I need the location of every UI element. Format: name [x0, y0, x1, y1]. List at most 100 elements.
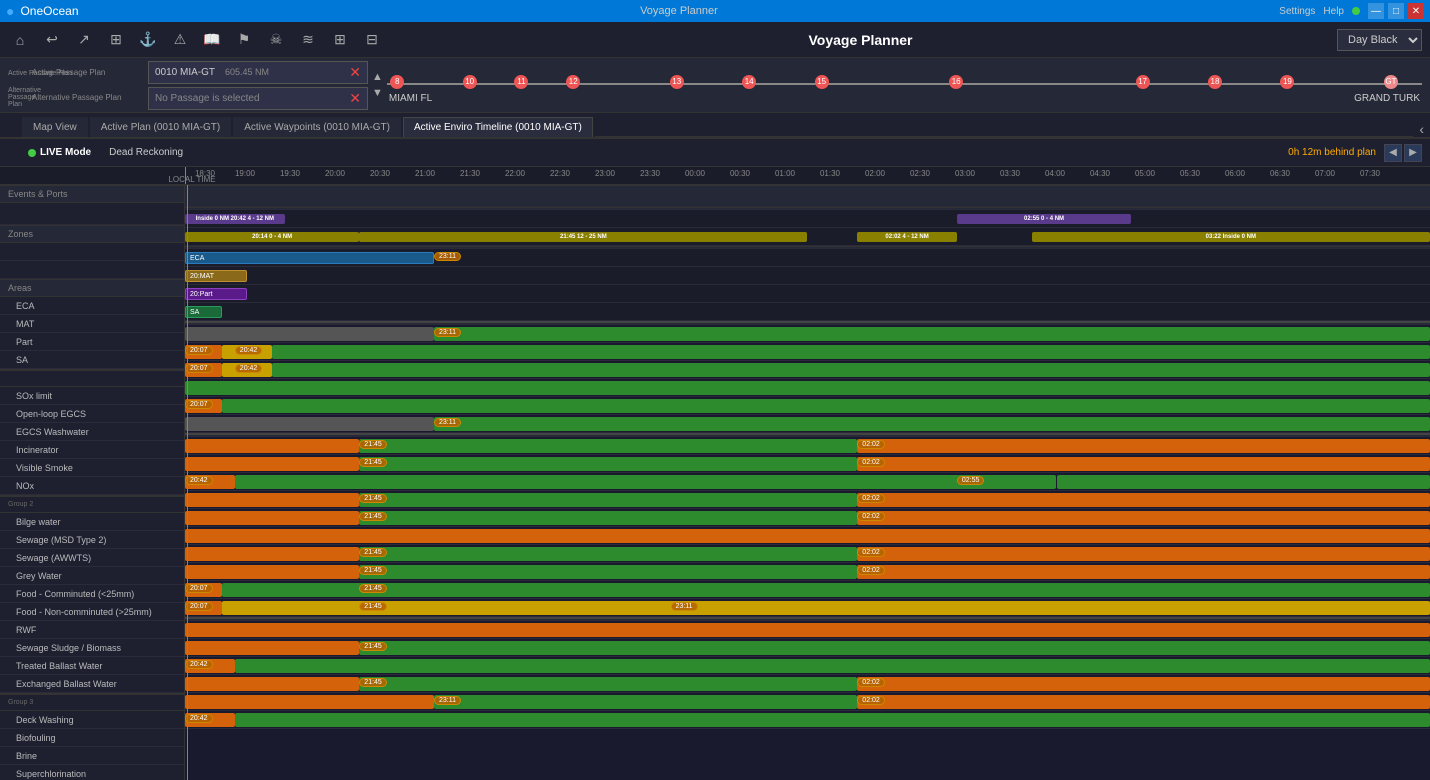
warning-icon[interactable]: ⚠ — [168, 28, 192, 52]
wp-19[interactable]: 19 — [1280, 75, 1294, 89]
tab-active-waypoints[interactable]: Active Waypoints (0010 MIA-GT) — [233, 117, 401, 137]
home-icon[interactable]: ⌂ — [8, 28, 32, 52]
wp-10[interactable]: 10 — [463, 75, 477, 89]
now-vertical-line — [187, 185, 188, 780]
area-sa-row: SA — [185, 303, 1430, 321]
deck-washing-row — [185, 621, 1430, 639]
pointer-icon[interactable]: ↗ — [72, 28, 96, 52]
time-0600: 06:00 — [1225, 169, 1245, 178]
grey-water-row: 21:45 02:02 — [185, 491, 1430, 509]
bookmark-icon[interactable]: ⊞ — [104, 28, 128, 52]
areas-mat: MAT — [0, 315, 184, 333]
wp-17[interactable]: 17 — [1136, 75, 1150, 89]
dead-reckoning-label: Dead Reckoning — [109, 147, 183, 158]
tools-icon[interactable]: ⊟ — [360, 28, 384, 52]
window-controls[interactable]: — □ ✕ — [1368, 3, 1424, 19]
wp-8[interactable]: 8 — [390, 75, 404, 89]
tab-active-plan[interactable]: Active Plan (0010 MIA-GT) — [90, 117, 231, 137]
collapse-btn[interactable]: ‹ — [1413, 121, 1430, 137]
sox-row: 23:11 — [185, 325, 1430, 343]
grid-icon[interactable]: ⊞ — [328, 28, 352, 52]
bf-label-2145: 21:45 — [359, 642, 387, 651]
minimize-btn[interactable]: — — [1368, 3, 1384, 19]
nav-up-icon[interactable]: ▲ — [372, 71, 383, 83]
live-mode-badge: LIVE Mode — [28, 147, 91, 158]
exchanged-ballast-label: Exchanged Ballast Water — [0, 675, 184, 693]
saw-green2 — [1057, 475, 1430, 489]
time-0700: 07:00 — [1315, 169, 1335, 178]
close-active-route[interactable]: ✕ — [349, 64, 361, 81]
ad-orange1 — [185, 695, 434, 709]
danger-icon[interactable]: ☠ — [264, 28, 288, 52]
wp-14[interactable]: 14 — [742, 75, 756, 89]
time-2330: 23:30 — [640, 169, 660, 178]
wp-12[interactable]: 12 — [566, 75, 580, 89]
main-grid: Events & Ports Zones Areas ECA MAT Part … — [0, 185, 1430, 780]
fc-orange2 — [857, 511, 1430, 525]
sc-green — [359, 677, 857, 691]
nav-arrows[interactable]: ▲ ▼ — [372, 71, 383, 99]
olecgs-label-2007: 20:07 — [185, 346, 213, 355]
flag-icon[interactable]: ⚑ — [232, 28, 256, 52]
group2-label: Group 2 — [8, 501, 33, 508]
bilge-orange2 — [857, 439, 1430, 453]
biofouling-row: 21:45 — [185, 639, 1430, 657]
anchor-icon[interactable]: ⚓ — [136, 28, 160, 52]
book-icon[interactable]: 📖 — [200, 28, 224, 52]
back-icon[interactable]: ↩ — [40, 28, 64, 52]
close-alt-route[interactable]: ✕ — [349, 90, 361, 107]
help-link[interactable]: Help — [1323, 6, 1344, 17]
restore-btn[interactable]: □ — [1388, 3, 1404, 19]
bilge-water-label: Bilge water — [0, 513, 184, 531]
incinerator-label: Incinerator — [0, 441, 184, 459]
tab-active-enviro[interactable]: Active Enviro Timeline (0010 MIA-GT) — [403, 117, 593, 137]
zone-bar-4-12nm: 02:02 4 - 12 NM — [857, 232, 957, 242]
sewage-sludge-label: Sewage Sludge / Biomass — [0, 639, 184, 657]
smd-label-2145: 21:45 — [359, 458, 387, 467]
time-0500: 05:00 — [1135, 169, 1155, 178]
nav-down-icon[interactable]: ▼ — [372, 87, 383, 99]
time-2300: 23:00 — [595, 169, 615, 178]
rwf-label-0202: 02:02 — [857, 548, 885, 557]
settings-link[interactable]: Settings — [1279, 6, 1315, 17]
wp-gt[interactable]: GT — [1384, 75, 1398, 89]
section-group2: Group 2 — [0, 495, 184, 513]
active-plan-label: Active Passage Plan — [32, 68, 142, 77]
time-local: LOCAL TIME — [168, 175, 215, 184]
wp-15[interactable]: 15 — [815, 75, 829, 89]
egcsw-green-bar — [272, 363, 1430, 377]
time-0230: 02:30 — [910, 169, 930, 178]
timeline-area: Inside 0 NM 20:42 4 - 12 NM 02:55 0 - 4 … — [185, 185, 1430, 780]
gw-label-0202: 02:02 — [857, 494, 885, 503]
ad-green — [434, 695, 857, 709]
theme-select[interactable]: Day Black Night Day White — [1337, 29, 1422, 51]
ss-orange1 — [185, 565, 359, 579]
wp-18[interactable]: 18 — [1208, 75, 1222, 89]
time-0200: 02:00 — [865, 169, 885, 178]
sewage-awwts-label: Sewage (AWWTS) — [0, 549, 184, 567]
ss-orange2 — [857, 565, 1430, 579]
timeline-nav-right[interactable]: ▶ — [1404, 144, 1422, 162]
wp-11[interactable]: 11 — [514, 75, 528, 89]
wp-13[interactable]: 13 — [670, 75, 684, 89]
sox-gray-bar — [185, 327, 434, 341]
bilge-green — [359, 439, 857, 453]
time-1930: 19:30 — [280, 169, 300, 178]
route-card-alt[interactable]: No Passage is selected ✕ — [148, 87, 368, 110]
active-route-dist: 605.45 NM — [225, 67, 269, 77]
superchlorination-row: 21:45 02:02 — [185, 675, 1430, 693]
close-btn[interactable]: ✕ — [1408, 3, 1424, 19]
chart-icon[interactable]: ≋ — [296, 28, 320, 52]
zones-label: Zones — [8, 229, 33, 239]
sc-orange1 — [185, 677, 359, 691]
brine-row: 20:42 — [185, 657, 1430, 675]
wp-16[interactable]: 16 — [949, 75, 963, 89]
route-card-active[interactable]: 0010 MIA-GT 605.45 NM ✕ — [148, 61, 368, 84]
zone-bar-inside: Inside 0 NM 20:42 4 - 12 NM — [185, 214, 285, 224]
open-loop-row: 20:07 20:42 — [185, 343, 1430, 361]
egcs-washwater-label: EGCS Washwater — [0, 423, 184, 441]
timeline-nav-left[interactable]: ◀ — [1384, 144, 1402, 162]
tab-map-view[interactable]: Map View — [22, 117, 88, 137]
visible-smoke-row: 20:07 — [185, 397, 1430, 415]
time-2100: 21:00 — [415, 169, 435, 178]
